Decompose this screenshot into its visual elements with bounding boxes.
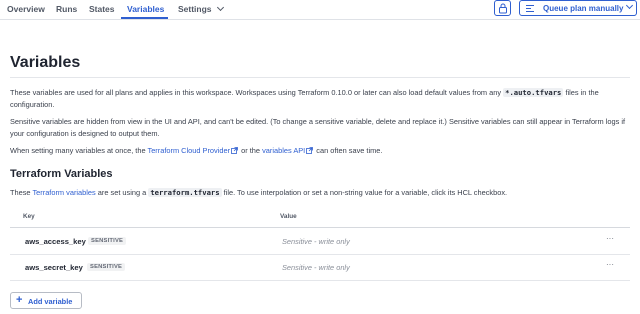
more-horizontal-icon[interactable]: ··· [606,260,614,269]
external-link-icon [231,147,238,154]
external-link-icon [306,147,314,154]
variable-value: Sensitive - write only [282,263,350,272]
variable-value: Sensitive - write only [282,237,350,246]
chevron-down-icon [625,1,634,10]
variables-table-header: Key Value [10,210,630,228]
intro-paragraph-1: These variables are used for all plans a… [10,87,630,111]
terraform-cloud-provider-link[interactable]: Terraform Cloud Provider [148,146,240,155]
tfvars-code: terraform.tfvars [148,188,222,197]
queue-plan-button[interactable]: Queue plan manually [519,0,637,16]
title-divider [10,77,630,78]
workspace-nav: Overview Runs States Variables Settings … [0,0,640,20]
column-header-value: Value [280,213,297,220]
plus-icon: + [16,294,23,306]
auto-tfvars-code: *.auto.tfvars [503,88,564,97]
intro-text: These variables are used for all plans a… [10,88,502,97]
desc-text: file. To use interpolation or set a non-… [223,188,508,197]
variables-api-link[interactable]: variables API [262,146,314,155]
section-title: Terraform Variables [10,168,113,180]
page-title: Variables [10,54,81,71]
table-row: aws_secret_key SENSITIVE Sensitive - wri… [10,255,630,281]
column-header-key: Key [23,213,35,220]
add-variable-button[interactable]: + Add variable [10,292,82,309]
sensitive-badge: SENSITIVE [88,237,127,245]
queue-plan-label: Queue plan manually [543,4,624,13]
tab-variables[interactable]: Variables [127,4,164,14]
lock-icon [499,3,507,14]
chevron-down-icon [216,3,224,12]
active-tab-indicator [121,17,168,19]
variable-key: aws_secret_key [25,263,83,272]
tab-settings-label: Settings [178,4,212,14]
sensitive-badge: SENSITIVE [87,263,126,271]
link-label: Terraform Cloud Provider [147,146,231,155]
intro-text: When setting many variables at once, the [10,146,146,155]
terraform-variables-link[interactable]: Terraform variables [32,188,95,197]
link-label: variables API [262,146,306,155]
desc-text: These [10,188,31,197]
intro-paragraph-2: Sensitive variables are hidden from view… [10,117,626,138]
lock-workspace-button[interactable] [494,0,511,16]
variable-key: aws_access_key [25,237,86,246]
section-description: These Terraform variables are set using … [10,187,630,199]
tab-runs[interactable]: Runs [56,4,77,14]
tab-states[interactable]: States [89,4,115,14]
add-variable-label: Add variable [28,297,73,306]
tab-overview[interactable]: Overview [7,4,45,14]
intro-paragraph-3: When setting many variables at once, the… [10,145,630,157]
queue-list-icon [526,5,534,12]
intro-text: can often save time. [316,146,383,155]
desc-text: are set using a [97,188,147,197]
more-horizontal-icon[interactable]: ··· [606,234,614,243]
tab-settings[interactable]: Settings [178,3,224,14]
table-row: aws_access_key SENSITIVE Sensitive - wri… [10,229,630,255]
intro-text: or the [241,146,261,155]
